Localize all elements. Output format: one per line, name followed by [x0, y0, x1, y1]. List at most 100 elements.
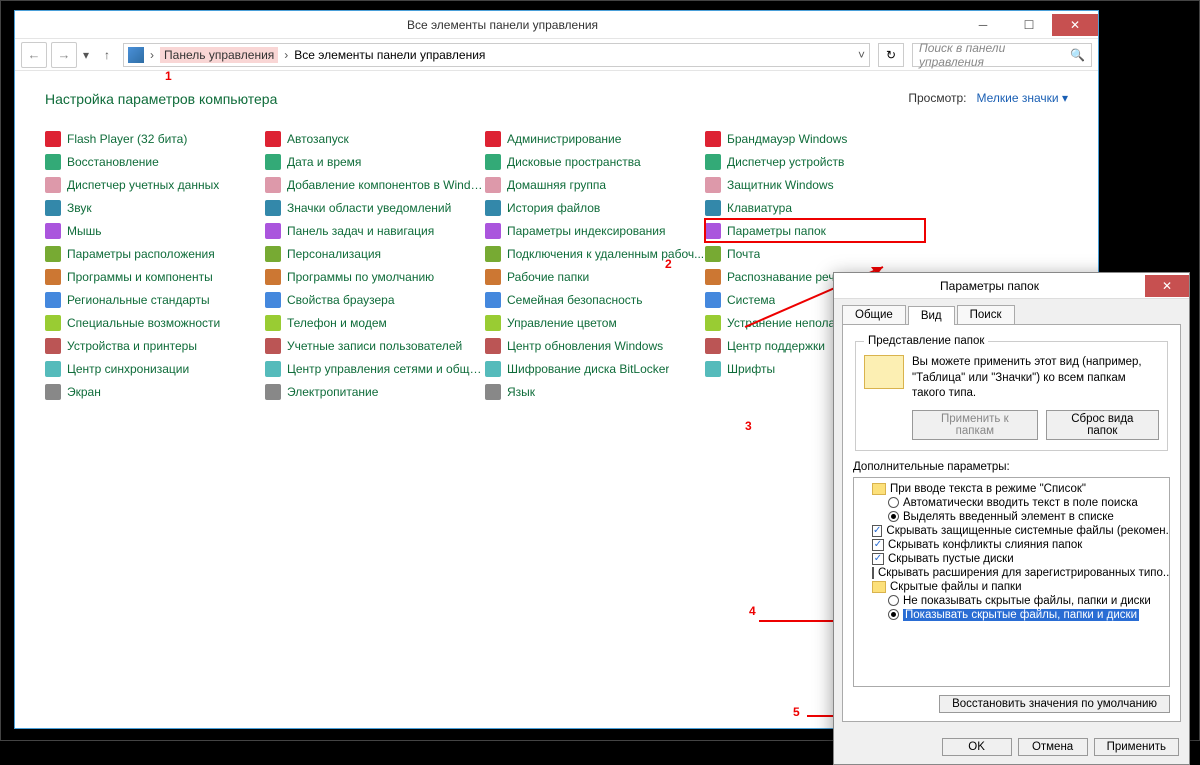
tree-row[interactable]: Скрывать расширения для зарегистрированн… [856, 566, 1167, 580]
tree-row[interactable]: При вводе текста в режиме "Список" [856, 482, 1167, 496]
cp-item[interactable]: Почта [705, 242, 925, 265]
cp-item[interactable]: Мышь [45, 219, 265, 242]
back-button[interactable]: ← [21, 42, 47, 68]
advanced-settings-tree[interactable]: При вводе текста в режиме "Список"Автома… [853, 477, 1170, 687]
cp-item[interactable]: Региональные стандарты [45, 288, 265, 311]
up-button[interactable]: ↑ [95, 43, 119, 67]
tree-row[interactable]: Показывать скрытые файлы, папки и диски [856, 608, 1167, 622]
tab-Общие[interactable]: Общие [842, 305, 906, 324]
apply-to-folders-button[interactable]: Применить к папкам [912, 410, 1038, 440]
refresh-button[interactable]: ↻ [878, 43, 904, 67]
tree-row[interactable]: Выделять введенный элемент в списке [856, 510, 1167, 524]
cp-item[interactable]: Панель задач и навигация [265, 219, 485, 242]
cp-item[interactable]: Клавиатура [705, 196, 925, 219]
cp-item[interactable]: Управление цветом [485, 311, 705, 334]
tree-row[interactable]: ✓Скрывать пустые диски [856, 552, 1167, 566]
cp-item-label: Домашняя группа [507, 178, 606, 192]
cp-item[interactable]: Программы по умолчанию [265, 265, 485, 288]
cp-item[interactable]: Персонализация [265, 242, 485, 265]
maximize-button[interactable]: ☐ [1006, 14, 1052, 36]
cp-item-icon [45, 269, 61, 285]
cp-item[interactable]: Восстановление [45, 150, 265, 173]
cp-item[interactable]: История файлов [485, 196, 705, 219]
minimize-button[interactable]: ─ [960, 14, 1006, 36]
cp-item[interactable]: Добавление компонентов в Windo... [265, 173, 485, 196]
close-button[interactable]: ✕ [1052, 14, 1098, 36]
tab-Поиск[interactable]: Поиск [957, 305, 1015, 324]
ok-button[interactable]: OK [942, 738, 1012, 756]
cp-item-icon [705, 338, 721, 354]
tree-label: При вводе текста в режиме "Список" [890, 483, 1086, 495]
view-selector[interactable]: Просмотр: Мелкие значки ▾ [908, 91, 1068, 105]
cp-item[interactable]: Брандмауэр Windows [705, 127, 925, 150]
cp-item-label: Шрифты [727, 362, 775, 376]
cp-item[interactable]: Flash Player (32 бита) [45, 127, 265, 150]
cp-item-icon [45, 154, 61, 170]
search-input[interactable]: Поиск в панели управления 🔍 [912, 43, 1092, 67]
cp-item[interactable]: Параметры папок [705, 219, 925, 242]
dialog-close-button[interactable]: ✕ [1145, 275, 1189, 297]
cp-item[interactable]: Дисковые пространства [485, 150, 705, 173]
cp-item-icon [485, 223, 501, 239]
cp-item[interactable]: Параметры индексирования [485, 219, 705, 242]
cp-item-label: Администрирование [507, 132, 621, 146]
cp-item[interactable]: Автозапуск [265, 127, 485, 150]
address-bar[interactable]: › Панель управления › Все элементы панел… [123, 43, 870, 67]
tree-row[interactable]: Не показывать скрытые файлы, папки и дис… [856, 594, 1167, 608]
tree-row[interactable]: ✓Скрывать конфликты слияния папок [856, 538, 1167, 552]
checkbox: ✓ [872, 525, 882, 537]
cp-item-label: Учетные записи пользователей [287, 339, 462, 353]
cp-item[interactable]: Подключения к удаленным рабоч... [485, 242, 705, 265]
cp-item-label: Семейная безопасность [507, 293, 643, 307]
cp-item[interactable]: Устройства и принтеры [45, 334, 265, 357]
cp-item[interactable]: Шифрование диска BitLocker [485, 357, 705, 380]
cp-item[interactable]: Домашняя группа [485, 173, 705, 196]
cp-item[interactable]: Значки области уведомлений [265, 196, 485, 219]
cp-item[interactable]: Дата и время [265, 150, 485, 173]
cp-item[interactable]: Диспетчер учетных данных [45, 173, 265, 196]
cp-item[interactable]: Электропитание [265, 380, 485, 403]
cp-item[interactable]: Диспетчер устройств [705, 150, 925, 173]
cancel-button[interactable]: Отмена [1018, 738, 1088, 756]
cp-item[interactable]: Специальные возможности [45, 311, 265, 334]
breadcrumb-page[interactable]: Все элементы панели управления [294, 48, 485, 62]
tree-row[interactable]: Скрытые файлы и папки [856, 580, 1167, 594]
reset-folders-button[interactable]: Сброс вида папок [1046, 410, 1159, 440]
cp-item-icon [45, 177, 61, 193]
cp-item-icon [485, 361, 501, 377]
cp-item[interactable]: Программы и компоненты [45, 265, 265, 288]
cp-item[interactable]: Свойства браузера [265, 288, 485, 311]
apply-button[interactable]: Применить [1094, 738, 1179, 756]
tab-Вид[interactable]: Вид [908, 306, 955, 325]
cp-item-label: Параметры расположения [67, 247, 215, 261]
cp-item[interactable]: Язык [485, 380, 705, 403]
cp-item[interactable]: Рабочие папки [485, 265, 705, 288]
cp-item-icon [705, 361, 721, 377]
cp-item[interactable]: Центр синхронизации [45, 357, 265, 380]
cp-item-label: Электропитание [287, 385, 378, 399]
cp-item[interactable]: Учетные записи пользователей [265, 334, 485, 357]
cp-item[interactable]: Центр обновления Windows [485, 334, 705, 357]
cp-item-icon [485, 177, 501, 193]
cp-item-label: Распознавание речи [727, 270, 841, 284]
cp-item[interactable]: Администрирование [485, 127, 705, 150]
cp-item[interactable]: Звук [45, 196, 265, 219]
cp-item[interactable]: Защитник Windows [705, 173, 925, 196]
cp-item-icon [485, 154, 501, 170]
restore-defaults-button[interactable]: Восстановить значения по умолчанию [939, 695, 1170, 713]
cp-item[interactable]: Семейная безопасность [485, 288, 705, 311]
breadcrumb-root[interactable]: Панель управления [160, 47, 278, 63]
tree-row[interactable]: ✓Скрывать защищенные системные файлы (ре… [856, 524, 1167, 538]
cp-item[interactable]: Телефон и модем [265, 311, 485, 334]
cp-item-label: Автозапуск [287, 132, 349, 146]
cp-item-label: Звук [67, 201, 92, 215]
checkbox: ✓ [872, 553, 884, 565]
cp-item[interactable]: Экран [45, 380, 265, 403]
folder-icon [872, 581, 886, 593]
tree-row[interactable]: Автоматически вводить текст в поле поиск… [856, 496, 1167, 510]
forward-button[interactable]: → [51, 42, 77, 68]
cp-item[interactable]: Центр управления сетями и общи... [265, 357, 485, 380]
tree-label: Выделять введенный элемент в списке [903, 511, 1114, 523]
cp-item[interactable]: Параметры расположения [45, 242, 265, 265]
cp-item-label: Экран [67, 385, 101, 399]
